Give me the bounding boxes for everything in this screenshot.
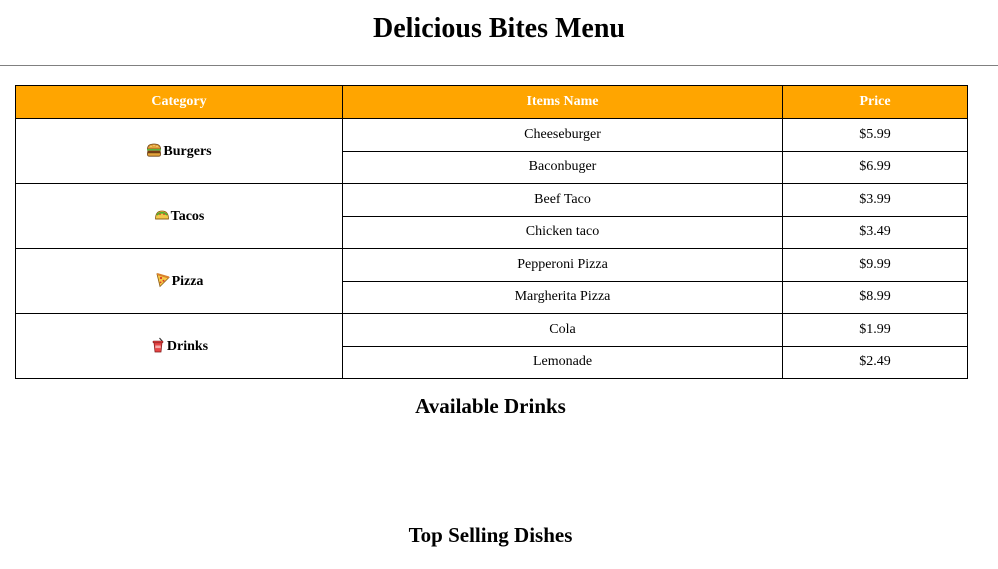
item-name-cell: Pepperoni Pizza: [342, 248, 783, 282]
item-name-cell: Cola: [342, 313, 783, 347]
item-name-cell: Lemonade: [342, 345, 783, 379]
pizza-icon: [156, 273, 170, 288]
price-cell: $3.99: [782, 183, 968, 217]
title-divider: [0, 65, 998, 66]
table-header-row: Category Items Name Price: [15, 85, 968, 119]
category-label-drinks: Drinks: [166, 339, 209, 354]
price-cell: $2.49: [782, 345, 968, 379]
taco-icon: [154, 210, 169, 220]
top-selling-heading: Top Selling Dishes: [408, 523, 573, 547]
table-row: Drinks Cola $1.99: [15, 313, 968, 379]
price-cell: $1.99: [782, 313, 968, 347]
menu-table: Category Items Name Price Burgers Cheese…: [15, 85, 968, 379]
header-category: Category: [15, 85, 343, 119]
category-cell-burgers: Burgers: [15, 118, 343, 184]
price-cell: $3.49: [782, 215, 968, 249]
table-row: Tacos Beef Taco $3.99: [15, 183, 968, 249]
available-drinks-heading: Available Drinks: [415, 394, 566, 418]
category-cell-drinks: Drinks: [15, 313, 343, 379]
category-label-burgers: Burgers: [163, 144, 212, 159]
header-item-name: Items Name: [342, 85, 783, 119]
category-label-tacos: Tacos: [170, 209, 205, 224]
header-price: Price: [782, 85, 968, 119]
item-name-cell: Cheeseburger: [342, 118, 783, 152]
drink-cup-icon: [152, 337, 164, 353]
table-row: Burgers Cheeseburger $5.99: [15, 118, 968, 184]
category-cell-pizza: Pizza: [15, 248, 343, 314]
page-title: Delicious Bites Menu: [373, 13, 625, 44]
burger-icon: [147, 143, 162, 157]
category-label-pizza: Pizza: [171, 274, 204, 289]
item-name-cell: Baconbuger: [342, 150, 783, 184]
table-row: Pizza Pepperoni Pizza $9.99: [15, 248, 968, 314]
item-name-cell: Margherita Pizza: [342, 280, 783, 314]
category-cell-tacos: Tacos: [15, 183, 343, 249]
price-cell: $6.99: [782, 150, 968, 184]
item-name-cell: Chicken taco: [342, 215, 783, 249]
price-cell: $8.99: [782, 280, 968, 314]
price-cell: $5.99: [782, 118, 968, 152]
price-cell: $9.99: [782, 248, 968, 282]
item-name-cell: Beef Taco: [342, 183, 783, 217]
